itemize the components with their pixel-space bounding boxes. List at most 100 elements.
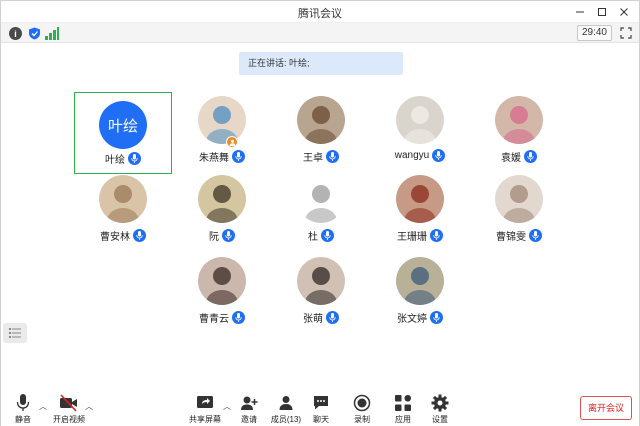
leave-meeting-button[interactable]: 离开会议	[580, 396, 632, 420]
participant-name-line: 袁媛	[470, 149, 568, 164]
participant-name: 杜	[308, 232, 318, 243]
participant-tile[interactable]: 袁媛	[470, 92, 568, 174]
participant-tile[interactable]: 张文婷	[371, 253, 469, 335]
microphone-icon	[321, 229, 334, 242]
participant-name: 朱燕舞	[199, 153, 229, 164]
chat-button[interactable]: 聊天	[301, 394, 341, 424]
participant-tile[interactable]: 曹安林	[74, 171, 172, 253]
avatar	[198, 257, 246, 305]
microphone-icon	[529, 229, 542, 242]
participant-tile[interactable]: 曹青云	[173, 253, 271, 335]
apps-button[interactable]: 应用	[383, 394, 423, 424]
participant-tile[interactable]: 王卓	[272, 92, 370, 174]
participant-tile[interactable]: 曹锦雯	[470, 171, 568, 253]
window-controls	[569, 3, 635, 21]
participant-tile[interactable]: 张萌	[272, 253, 370, 335]
participant-name: 阮	[209, 232, 219, 243]
participant-name-line: 曹安林	[74, 228, 172, 243]
invite-button[interactable]: 邀请	[229, 394, 269, 424]
close-button[interactable]	[613, 3, 635, 21]
fullscreen-icon[interactable]	[620, 27, 632, 39]
shield-icon[interactable]	[28, 27, 41, 40]
participant-name-line: 王卓	[272, 149, 370, 164]
signal-icon	[45, 27, 59, 40]
members-button[interactable]: 成员(13)	[267, 394, 305, 424]
list-icon	[9, 328, 21, 338]
avatar	[495, 96, 543, 144]
participant-name: 张萌	[303, 314, 323, 325]
microphone-icon	[222, 229, 235, 242]
mute-button[interactable]: 静音	[3, 394, 43, 424]
avatar	[396, 96, 444, 144]
meeting-window: 腾讯会议 i 29:40 正在讲话: 叶绘; 叶绘 叶绘 朱燕舞 王卓 wang…	[0, 0, 640, 426]
participant-name-line: 阮	[173, 228, 271, 243]
share-screen-button[interactable]: 共享屏幕	[185, 394, 225, 424]
participant-tile[interactable]: 杜	[272, 171, 370, 253]
microphone-icon	[232, 311, 245, 324]
participant-tile[interactable]: 叶绘 叶绘	[74, 92, 172, 174]
avatar	[297, 257, 345, 305]
minimize-icon	[576, 11, 584, 13]
microphone-icon	[430, 229, 443, 242]
participant-name: 曹安林	[100, 232, 130, 243]
microphone-icon	[524, 150, 537, 163]
avatar	[297, 175, 345, 223]
close-icon	[620, 8, 628, 16]
apps-label: 应用	[395, 415, 411, 424]
avatar	[198, 175, 246, 223]
share-screen-icon	[197, 396, 213, 408]
apps-icon	[395, 395, 411, 411]
participant-name-line: 曹锦雯	[470, 228, 568, 243]
settings-label: 设置	[432, 415, 448, 424]
avatar	[495, 175, 543, 223]
participant-name-line: 张萌	[272, 310, 370, 325]
avatar	[297, 96, 345, 144]
avatar	[99, 175, 147, 223]
participant-tile[interactable]: 朱燕舞	[173, 92, 271, 174]
members-icon	[279, 396, 293, 410]
title-bar: 腾讯会议	[1, 1, 639, 23]
participant-name-line: 朱燕舞	[173, 149, 271, 164]
participant-name: 袁媛	[501, 153, 521, 164]
microphone-icon	[128, 152, 141, 165]
participant-name-line: wangyu	[371, 149, 469, 162]
maximize-button[interactable]	[591, 3, 613, 21]
record-label: 录制	[354, 415, 370, 424]
status-bar: i 29:40	[1, 23, 639, 43]
participant-name-line: 曹青云	[173, 310, 271, 325]
host-icon	[226, 136, 238, 148]
chat-label: 聊天	[313, 415, 329, 424]
invite-label: 邀请	[241, 415, 257, 424]
microphone-icon	[432, 149, 446, 162]
video-options-caret[interactable]: ︿	[85, 401, 93, 412]
minimize-button[interactable]	[569, 3, 591, 21]
participant-name: wangyu	[394, 150, 430, 161]
video-off-icon	[60, 394, 77, 412]
microphone-icon	[326, 150, 339, 163]
record-button[interactable]: 录制	[342, 394, 382, 424]
participant-name: 王卓	[303, 153, 323, 164]
participant-name: 王珊珊	[397, 232, 427, 243]
meeting-toolbar: 静音 ︿ 开启视频 ︿ 共享屏幕 ︿ 邀请 成员(13) 聊天 录制 应用 设置	[1, 385, 639, 426]
info-icon[interactable]: i	[9, 27, 22, 40]
members-label: 成员(13)	[270, 415, 302, 424]
participant-name: 曹青云	[199, 314, 229, 325]
start-video-label: 开启视频	[53, 415, 85, 424]
add-user-icon	[241, 396, 258, 410]
meeting-timer: 29:40	[576, 25, 612, 41]
speaking-banner: 正在讲话: 叶绘;	[239, 52, 403, 75]
microphone-icon	[326, 311, 339, 324]
participant-name: 曹锦雯	[496, 232, 526, 243]
maximize-icon	[598, 8, 606, 16]
audio-options-caret[interactable]: ︿	[39, 401, 47, 412]
side-panel-toggle[interactable]	[3, 323, 27, 343]
participant-tile[interactable]: 王珊珊	[371, 171, 469, 253]
participant-name-line: 张文婷	[371, 310, 469, 325]
settings-button[interactable]: 设置	[420, 394, 460, 424]
participant-tile[interactable]: 阮	[173, 171, 271, 253]
participant-name-line: 杜	[272, 228, 370, 243]
participant-name-line: 叶绘	[75, 151, 171, 166]
chat-icon	[314, 396, 328, 410]
microphone-icon	[133, 229, 146, 242]
participant-tile[interactable]: wangyu	[371, 92, 469, 174]
